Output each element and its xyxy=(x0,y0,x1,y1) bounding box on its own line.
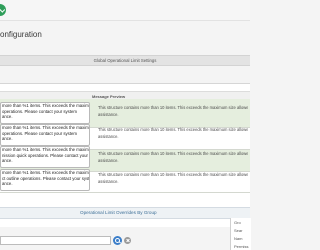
message-preview-text: This structure contains more than 10 ite… xyxy=(98,151,248,163)
message-preview-text: This structure contains more than 10 ite… xyxy=(98,172,248,184)
group-column-panel: Gro Sear Nam Permiss xyxy=(230,218,251,250)
group-overrides-label: Operational Limit Overrides By Group xyxy=(80,210,157,215)
permission-column-label: Permiss xyxy=(234,244,249,249)
check-circle-icon xyxy=(0,4,6,16)
search-column-label: Sear xyxy=(234,228,243,233)
message-template-field[interactable]: more than %1 items. This exceeds the max… xyxy=(0,102,90,124)
global-settings-section-header: Global Operational Limit Settings xyxy=(0,55,250,66)
group-column-label: Gro xyxy=(234,220,241,225)
message-template-field[interactable]: more than %1 items. This exceeds the max… xyxy=(0,169,90,191)
page-title: onfiguration xyxy=(0,30,42,39)
message-template-field[interactable]: more than %1 items. This exceeds the max… xyxy=(0,146,90,168)
message-preview-text: This structure contains more than 10 ite… xyxy=(98,127,248,139)
message-preview-text: This structure contains more than 10 ite… xyxy=(98,105,248,117)
global-settings-label: Global Operational Limit Settings xyxy=(93,58,157,63)
row-divider xyxy=(0,192,250,193)
group-search-input[interactable] xyxy=(0,236,111,245)
message-template-field[interactable]: more than %1 items. This exceeds the max… xyxy=(0,124,90,146)
top-toolbar xyxy=(0,0,250,21)
name-column-label: Nam xyxy=(234,236,243,241)
clear-icon[interactable] xyxy=(124,237,131,244)
search-icon[interactable] xyxy=(113,236,122,245)
